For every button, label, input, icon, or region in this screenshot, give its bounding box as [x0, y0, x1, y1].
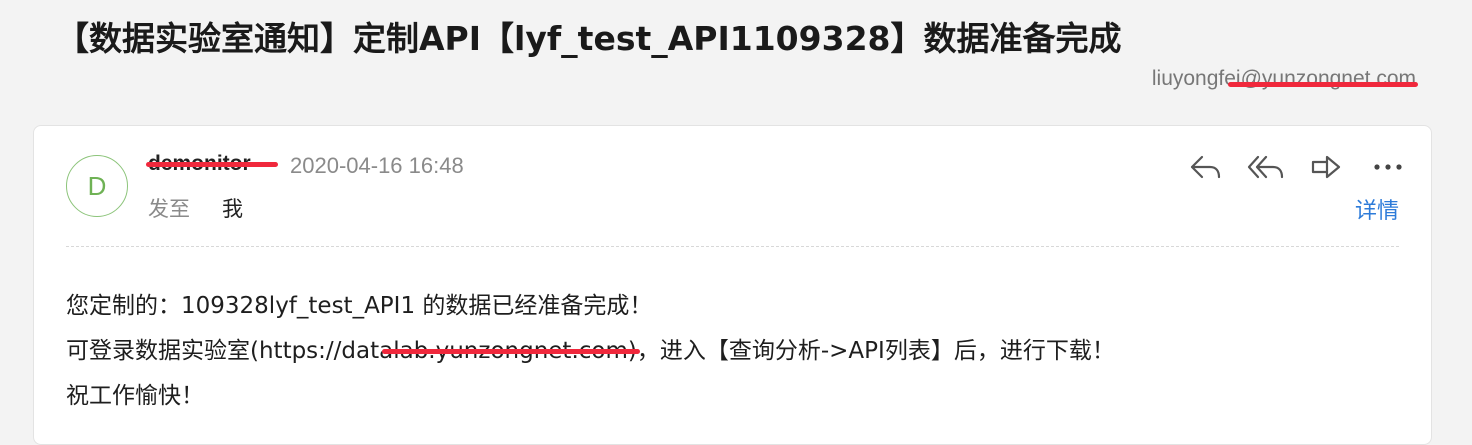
reply-all-button[interactable] — [1246, 150, 1286, 184]
sender-avatar[interactable]: D — [66, 155, 128, 217]
forward-button[interactable] — [1306, 150, 1346, 184]
body-line: 祝工作愉快！ — [66, 383, 204, 409]
sent-timestamp: 2020-04-16 16:48 — [290, 153, 464, 178]
recipient-label: 发至 — [148, 197, 190, 221]
body-line: 您定制的：109328lyf_test_API1 的数据已经准备完成！ — [66, 293, 653, 319]
header-divider — [66, 246, 1399, 247]
reply-button[interactable] — [1186, 150, 1226, 184]
forward-icon — [1311, 155, 1341, 179]
email-subject: 【数据实验室通知】定制API【lyf_test_API1109328】数据准备完… — [56, 19, 1122, 58]
redaction-mark — [382, 349, 640, 354]
more-icon — [1374, 164, 1402, 170]
email-card: D demonitor 2020-04-16 16:48 发至 我 — [33, 125, 1432, 445]
redaction-mark — [1228, 82, 1418, 87]
reply-all-icon — [1247, 155, 1284, 179]
more-button[interactable] — [1368, 150, 1408, 184]
redaction-mark — [146, 162, 278, 167]
reply-icon — [1190, 155, 1221, 179]
recipient-value[interactable]: 我 — [222, 193, 243, 223]
details-link[interactable]: 详情 — [1355, 193, 1399, 225]
account-email: liuyongfei@yunzongnet.com — [1151, 67, 1416, 90]
